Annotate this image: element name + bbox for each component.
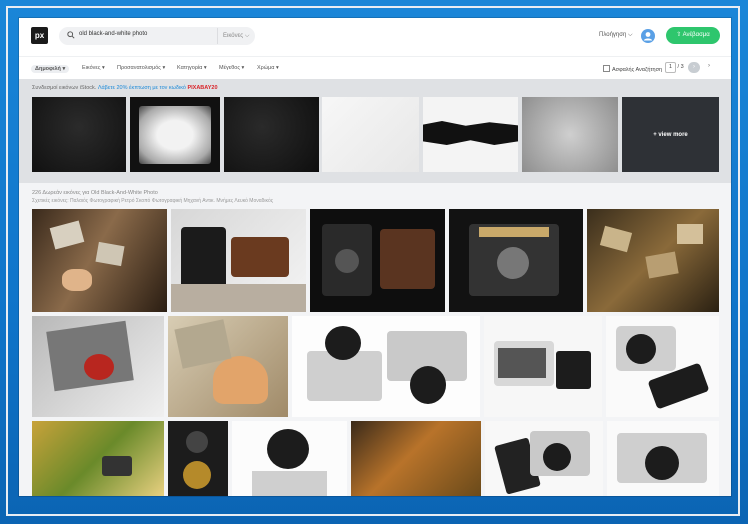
top-header: px old black-and-white photo Εικόνες ⌵ Π… (19, 18, 731, 56)
result-image-vintage-camera-2[interactable] (310, 209, 445, 312)
sponsored-image-2[interactable] (130, 97, 220, 172)
related-searches[interactable]: Σχετικές εικόνες: Παλαιός Φωτογραφική Ρε… (32, 198, 273, 204)
filter-color[interactable]: Χρώμα ▾ (257, 65, 279, 71)
upload-button[interactable]: ⇧ Ανέβασμα (666, 27, 720, 44)
filter-bar: Δημοφιλή ▾ Εικόνες ▾ Προσανατολισμός ▾ Κ… (19, 56, 731, 80)
search-icon (67, 31, 75, 39)
search-input[interactable]: old black-and-white photo (79, 31, 147, 37)
search-bar[interactable]: old black-and-white photo Εικόνες ⌵ (59, 27, 255, 45)
sponsored-image-5[interactable] (423, 97, 518, 172)
sponsored-image-6[interactable] (522, 97, 618, 172)
result-image-camera-flowers[interactable] (32, 421, 164, 496)
sponsored-text: Συνδεσμοί εικόνων iStock. Λάβετε 20% έκπ… (32, 85, 218, 91)
filter-images[interactable]: Εικόνες ▾ (82, 65, 105, 71)
result-image-seashell[interactable] (168, 316, 288, 417)
page-input[interactable]: 1 (665, 62, 676, 73)
safe-search-checkbox[interactable]: Ασφαλής Αναζήτηση (603, 65, 662, 73)
view-more-tile[interactable]: + view more (622, 97, 719, 172)
user-icon (643, 32, 653, 41)
filter-size[interactable]: Μέγεθος ▾ (219, 65, 244, 71)
next-arrow-icon[interactable]: › (708, 63, 710, 69)
promo-code: PIXABAY20 (187, 85, 218, 91)
result-image-scattered-photos[interactable] (587, 209, 719, 312)
search-type-dropdown[interactable]: Εικόνες ⌵ (217, 28, 249, 44)
result-image-slr-cameras[interactable] (292, 316, 480, 417)
sponsored-image-1[interactable] (32, 97, 126, 172)
checkbox-icon (603, 65, 610, 72)
view-more-label: + view more (653, 131, 688, 138)
result-image-camera-phone[interactable] (484, 316, 602, 417)
pixabay-logo[interactable]: px (31, 27, 48, 44)
sponsored-image-3[interactable] (224, 97, 319, 172)
result-image-autumn-leaves[interactable] (351, 421, 481, 496)
next-page-button[interactable]: › (688, 62, 700, 73)
filter-category[interactable]: Κατηγορία ▾ (177, 65, 207, 71)
result-image-old-photos-hands[interactable] (32, 209, 167, 312)
result-image-camera-smartphone[interactable] (606, 316, 719, 417)
page-total: / 3 (677, 64, 684, 70)
result-image-slr-camera-3[interactable] (232, 421, 347, 496)
browser-window: px old black-and-white photo Εικόνες ⌵ Π… (19, 18, 731, 496)
sponsored-image-4[interactable] (322, 97, 419, 172)
filter-orientation[interactable]: Προσανατολισμός ▾ (117, 65, 165, 71)
result-image-folding-camera[interactable] (449, 209, 583, 312)
avatar[interactable] (641, 29, 655, 43)
result-image-vintage-camera-1[interactable] (171, 209, 306, 312)
explore-menu[interactable]: Πλοήγηση ⌵ (599, 32, 633, 39)
filter-popular[interactable]: Δημοφιλή ▾ (31, 65, 70, 73)
result-image-rangefinder[interactable] (607, 421, 719, 496)
promo-link[interactable]: Λάβετε 20% έκπτωση με τον κωδικό (98, 85, 186, 91)
results-count: 226 Δωρεάν εικόνες για Old Black-And-Whi… (32, 190, 158, 196)
result-image-camera-phone-2[interactable] (485, 421, 603, 496)
pagination: 1 / 3 › › (665, 62, 710, 73)
result-image-rose-photo[interactable] (32, 316, 164, 417)
result-image-tlr-camera[interactable] (168, 421, 228, 496)
